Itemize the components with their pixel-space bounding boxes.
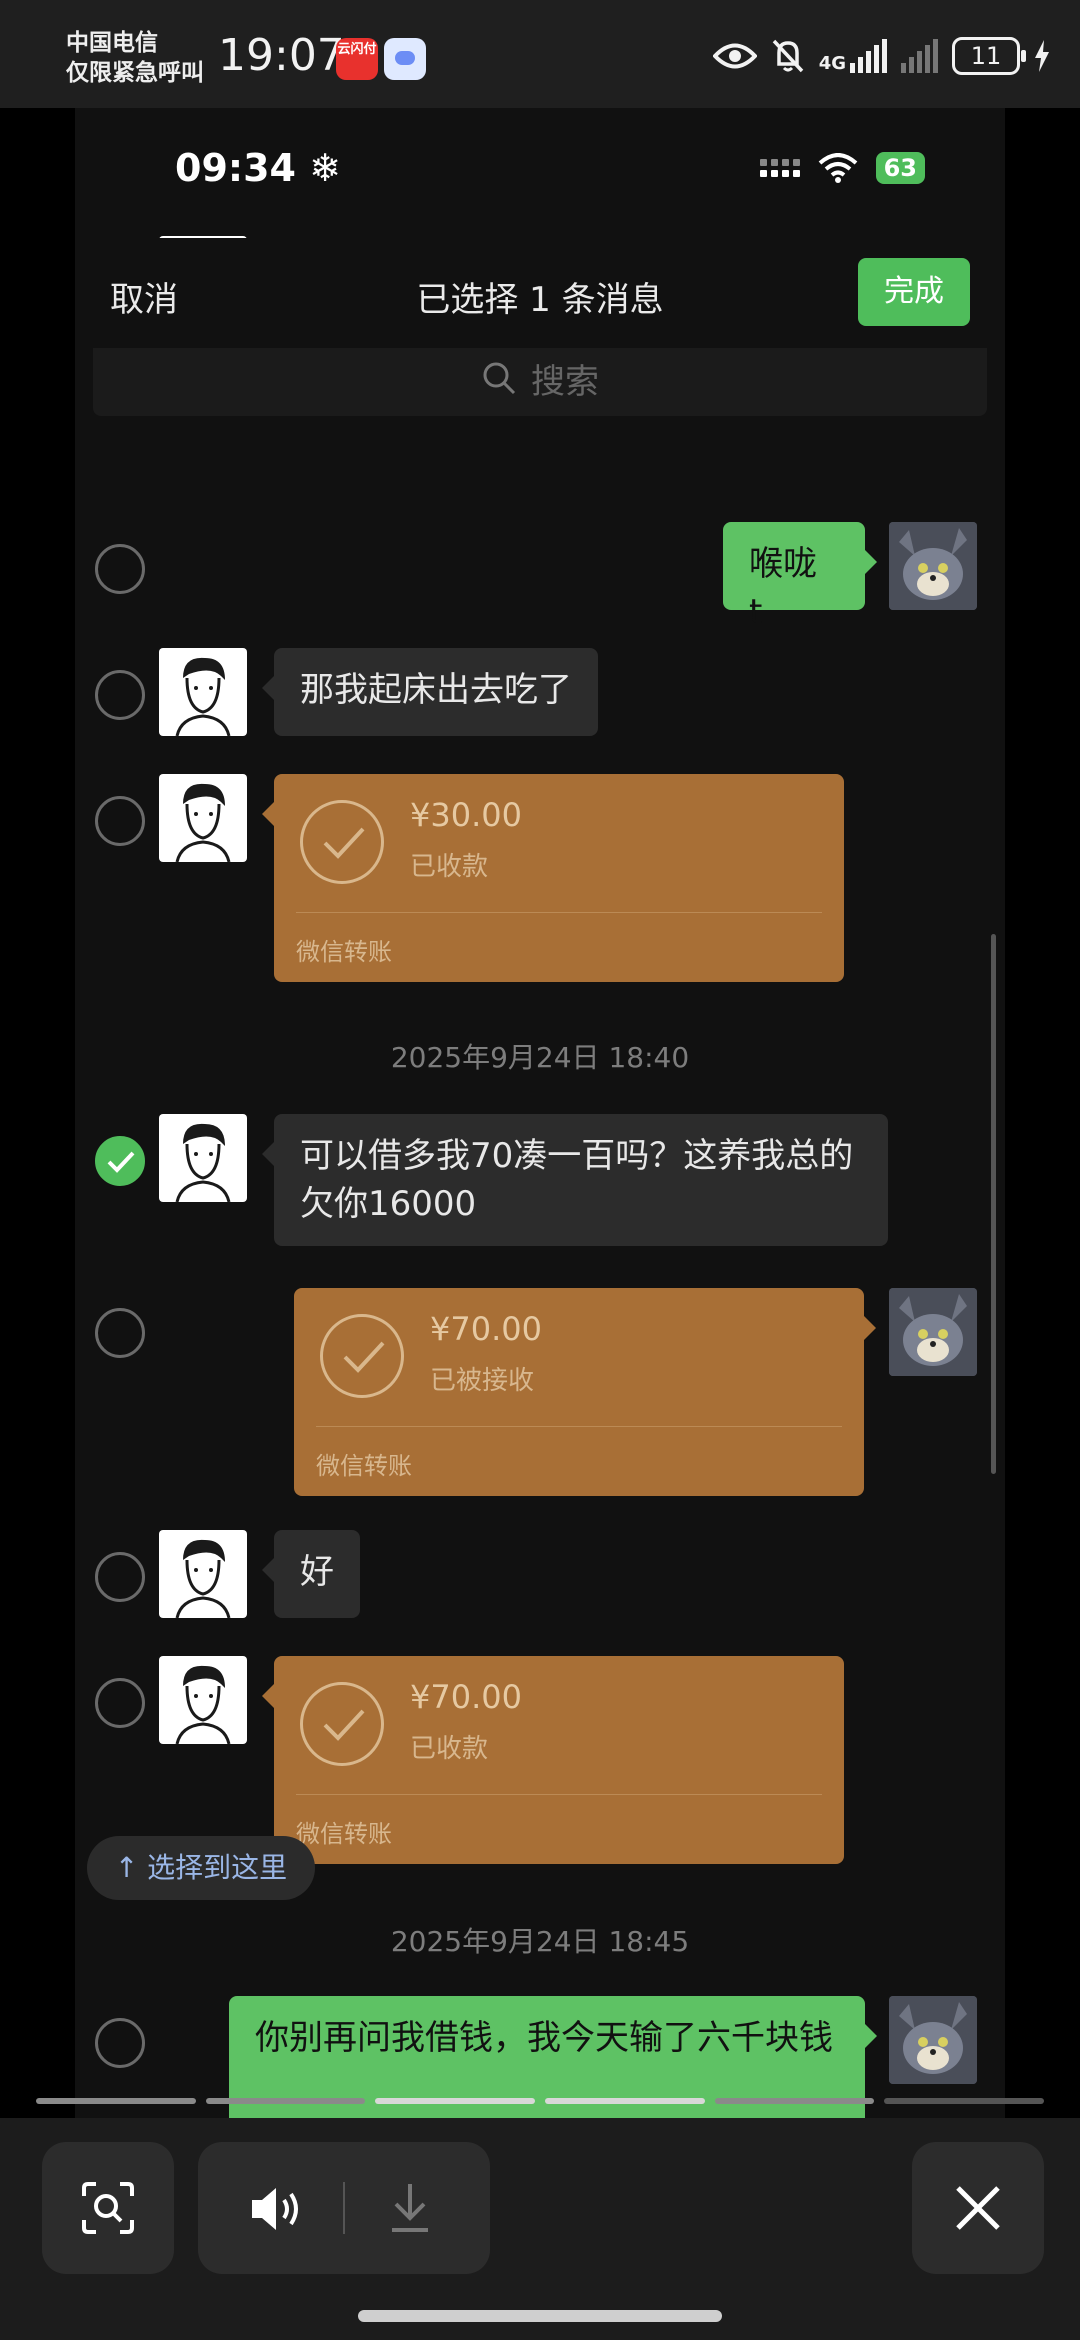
- transfer-card[interactable]: ¥70.00 已收款 微信转账: [262, 1656, 844, 1864]
- battery-icon: 11: [952, 37, 1026, 75]
- select-radio[interactable]: [95, 1308, 145, 1358]
- avatar[interactable]: [159, 1530, 247, 1618]
- select-radio[interactable]: [95, 2018, 145, 2068]
- wechat-screen: 09:34 ❄ 63 取消 已选择 1 条消息 完成 搜索 好吧 搜索 取消 已…: [75, 108, 1005, 2118]
- speaker-icon[interactable]: [248, 2186, 304, 2232]
- transfer-amount: ¥70.00: [410, 1678, 522, 1716]
- selection-topbar-overlay: 取消 已选择 1 条消息 完成: [75, 238, 1005, 348]
- inner-time-text: 09:34: [175, 146, 296, 190]
- done-button[interactable]: 完成: [858, 258, 970, 326]
- inner-status-bar: 09:34 ❄ 63: [75, 108, 1005, 238]
- message-bubble[interactable]: 好: [262, 1530, 360, 1618]
- inner-status-icons: 63: [759, 152, 925, 184]
- network-label: 4G: [818, 53, 846, 74]
- right-margin: [1005, 108, 1080, 2118]
- transfer-footer: 微信转账: [316, 1452, 412, 1480]
- avatar-self[interactable]: [889, 522, 977, 610]
- transfer-status: 已收款: [410, 1734, 489, 1764]
- audio-download-group: [198, 2142, 490, 2274]
- outer-time: 19:07: [218, 30, 345, 81]
- select-radio[interactable]: [95, 1552, 145, 1602]
- select-radio[interactable]: [95, 544, 145, 594]
- search-icon: [483, 362, 516, 395]
- wifi-icon: [818, 153, 857, 183]
- transfer-footer: 微信转账: [296, 938, 392, 966]
- avatar[interactable]: [159, 774, 247, 862]
- search-placeholder: 搜索: [531, 361, 599, 402]
- avatar-self[interactable]: [889, 1288, 977, 1376]
- carrier-line1: 中国电信: [66, 30, 158, 56]
- message-bubble-sent[interactable]: 喉咙 t: [723, 522, 877, 632]
- home-indicator[interactable]: [358, 2310, 722, 2322]
- signal-2-icon: [901, 39, 938, 73]
- transfer-divider: [316, 1426, 842, 1427]
- signal-icon: 4G: [819, 39, 887, 73]
- left-margin: [0, 108, 75, 2118]
- download-icon[interactable]: [388, 2182, 432, 2234]
- search-bar-overlay[interactable]: 搜索: [93, 340, 987, 416]
- outer-status-bar: 中国电信 仅限紧急呼叫 19:07 云闪付 4G 11: [0, 0, 1080, 108]
- scrollbar[interactable]: [991, 934, 996, 1474]
- select-radio[interactable]: [95, 796, 145, 846]
- close-icon: [956, 2186, 1000, 2230]
- message-bubble[interactable]: 那我起床出去吃了: [262, 648, 598, 736]
- avatar[interactable]: [159, 1114, 247, 1202]
- transfer-status: 已被接收: [430, 1366, 535, 1396]
- transfer-divider: [296, 1794, 822, 1795]
- capture-progress: [36, 2098, 1045, 2106]
- check-icon: [300, 800, 384, 884]
- eye-icon: [712, 43, 757, 69]
- scan-button[interactable]: [42, 2142, 174, 2274]
- transfer-status: 已收款: [410, 852, 489, 882]
- transfer-amount: ¥30.00: [410, 796, 522, 834]
- check-icon: [300, 1682, 384, 1766]
- transfer-footer: 微信转账: [296, 1820, 392, 1848]
- avatar[interactable]: [159, 1656, 247, 1744]
- avatar-self[interactable]: [889, 1996, 977, 2084]
- charging-icon: [1035, 40, 1049, 72]
- cell-signal-icon: [759, 159, 800, 177]
- unionpay-app-icon: 云闪付: [336, 38, 378, 80]
- bottom-toolbar: [0, 2118, 1080, 2340]
- scan-icon: [82, 2182, 134, 2234]
- select-radio-checked[interactable]: [95, 1136, 145, 1186]
- check-icon: [320, 1314, 404, 1398]
- transfer-card[interactable]: ¥30.00 已收款 微信转账: [262, 774, 844, 982]
- assistant-app-icon: [384, 38, 426, 80]
- check-icon: [107, 1151, 135, 1173]
- message-bubble-selected[interactable]: 可以借多我70凑一百吗？这养我总的欠你16000: [262, 1114, 888, 1246]
- transfer-divider: [296, 912, 822, 913]
- carrier-line2: 仅限紧急呼叫: [66, 60, 204, 86]
- outer-status-icons: 4G 11: [712, 30, 1050, 82]
- close-button[interactable]: [912, 2142, 1044, 2274]
- avatar[interactable]: [159, 648, 247, 736]
- toolbar-divider: [343, 2182, 345, 2234]
- inner-time: 09:34 ❄: [175, 146, 342, 190]
- transfer-card-sent[interactable]: ¥70.00 已被接收 微信转账: [294, 1288, 876, 1496]
- select-radio[interactable]: [95, 1678, 145, 1728]
- transfer-amount: ¥70.00: [430, 1310, 542, 1348]
- bell-off-icon: [772, 39, 803, 73]
- timestamp: 2025年9月24日 18:45: [390, 1925, 690, 1958]
- carrier-text: 中国电信 仅限紧急呼叫: [66, 28, 204, 88]
- inner-battery: 63: [875, 152, 925, 184]
- timestamp: 2025年9月24日 18:40: [390, 1041, 690, 1074]
- select-to-here-button[interactable]: ↑ 选择到这里: [87, 1836, 315, 1900]
- select-radio[interactable]: [95, 670, 145, 720]
